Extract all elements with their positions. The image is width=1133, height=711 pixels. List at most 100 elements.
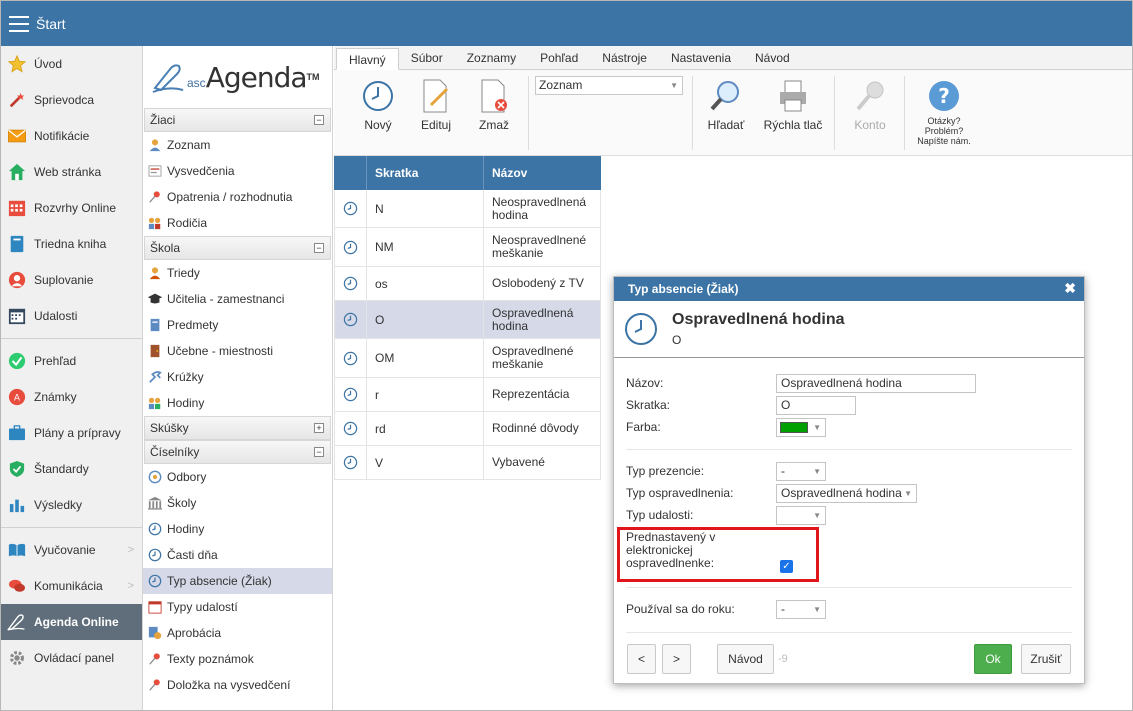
- table-row[interactable]: NM Neospravedlnené meškanie: [334, 228, 601, 267]
- nav-item-suplovanie[interactable]: Suplovanie: [1, 262, 142, 298]
- menu-item-hodiny-skola[interactable]: Hodiny: [143, 390, 332, 416]
- envelope-icon: [7, 127, 26, 146]
- table-row[interactable]: N Neospravedlnená hodina: [334, 190, 601, 228]
- hamburger-menu-icon[interactable]: [9, 15, 29, 32]
- calendar-grid-icon: [7, 199, 26, 218]
- used-until-year-select[interactable]: - ▼: [776, 600, 826, 619]
- collapse-icon[interactable]: −: [314, 447, 324, 457]
- menu-item-typy-udalosti[interactable]: Typy udalostí: [143, 594, 332, 620]
- next-button[interactable]: >: [662, 644, 691, 674]
- ribbon-separator: [904, 76, 905, 150]
- cancel-button[interactable]: Zrušiť: [1021, 644, 1071, 674]
- nav-item-plany-a-pripravy[interactable]: Plány a prípravy: [1, 415, 142, 451]
- section-header-skola[interactable]: Škola −: [144, 236, 331, 260]
- tab-nastroje[interactable]: Nástroje: [590, 47, 659, 69]
- collapse-icon[interactable]: −: [314, 115, 324, 125]
- nav-item-standardy[interactable]: Štandardy: [1, 451, 142, 487]
- section-header-ciselniky[interactable]: Číselníky −: [144, 440, 331, 464]
- nav-item-vysledky[interactable]: Výsledky: [1, 487, 142, 523]
- nav-item-triedna-kniha[interactable]: Triedna kniha: [1, 226, 142, 262]
- tab-hlavny[interactable]: Hlavný: [336, 48, 399, 70]
- tab-subor[interactable]: Súbor: [399, 47, 455, 69]
- nav-item-prehlad[interactable]: Prehľad: [1, 343, 142, 379]
- tab-navod[interactable]: Návod: [743, 47, 802, 69]
- menu-item-ucitelia[interactable]: Učitelia - zamestnanci: [143, 286, 332, 312]
- account-button[interactable]: Konto: [850, 78, 890, 132]
- tab-zoznamy[interactable]: Zoznamy: [455, 47, 528, 69]
- event-type-select[interactable]: ▼: [776, 506, 826, 525]
- menu-item-skoly[interactable]: Školy: [143, 490, 332, 516]
- menu-item-triedy[interactable]: Triedy: [143, 260, 332, 286]
- menu-item-ucebne[interactable]: Učebne - miestnosti: [143, 338, 332, 364]
- column-header-nazov[interactable]: Názov: [484, 156, 601, 190]
- person-icon: [7, 271, 26, 290]
- delete-document-icon: [476, 78, 512, 114]
- clock-icon: [334, 301, 367, 338]
- ok-button[interactable]: Ok: [974, 644, 1012, 674]
- table-row[interactable]: os Oslobodený z TV: [334, 267, 601, 301]
- presence-type-select[interactable]: - ▼: [776, 462, 826, 481]
- ribbon-separator: [692, 76, 693, 150]
- menu-item-vysvedcenia[interactable]: Vysvedčenia: [143, 158, 332, 184]
- nav-item-web-stranka[interactable]: Web stránka: [1, 154, 142, 190]
- collapse-icon[interactable]: −: [314, 243, 324, 253]
- tab-pohlad[interactable]: Pohľad: [528, 47, 590, 69]
- ribbon-separator: [834, 76, 835, 150]
- ribbon-toolbar: Hlavný Súbor Zoznamy Pohľad Nástroje Nas…: [334, 46, 1132, 156]
- gear-icon: [7, 649, 26, 668]
- menu-item-hodiny[interactable]: Hodiny: [143, 516, 332, 542]
- name-input[interactable]: Ospravedlnená hodina: [776, 374, 976, 393]
- nav-item-uvod[interactable]: Úvod: [1, 46, 142, 82]
- nav-item-ovladaci-panel[interactable]: Ovládací panel: [1, 640, 142, 676]
- menu-item-opatrenia[interactable]: Opatrenia / rozhodnutia: [143, 184, 332, 210]
- clock-icon: [334, 267, 367, 300]
- menu-item-aprobacia[interactable]: Aprobácia: [143, 620, 332, 646]
- color-picker[interactable]: ▼: [776, 418, 826, 437]
- close-icon[interactable]: ✖: [1064, 280, 1076, 297]
- menu-item-rodicia[interactable]: Rodičia: [143, 210, 332, 236]
- nav-item-komunikacia[interactable]: Komunikácia >: [1, 568, 142, 604]
- table-row-selected[interactable]: O Ospravedlnená hodina: [334, 301, 601, 339]
- section-header-skusky[interactable]: Skúšky +: [144, 416, 331, 440]
- nav-item-notifikacie[interactable]: Notifikácie: [1, 118, 142, 154]
- excuse-type-select[interactable]: Ospravedlnená hodina ▼: [776, 484, 917, 503]
- search-button[interactable]: Hľadať: [704, 78, 748, 132]
- nav-item-rozvrhy-online[interactable]: Rozvrhy Online: [1, 190, 142, 226]
- nav-item-znamky[interactable]: A Známky: [1, 379, 142, 415]
- nav-item-sprievodca[interactable]: Sprievodca: [1, 82, 142, 118]
- menu-item-odbory[interactable]: Odbory: [143, 464, 332, 490]
- table-row[interactable]: V Vybavené: [334, 446, 601, 480]
- nav-item-vyucovanie[interactable]: Vyučovanie >: [1, 532, 142, 568]
- delete-button[interactable]: Zmaž: [476, 78, 512, 132]
- menu-item-zoznam[interactable]: Zoznam: [143, 132, 332, 158]
- edit-button[interactable]: Edituj: [418, 78, 454, 132]
- menu-item-kruzky[interactable]: Krúžky: [143, 364, 332, 390]
- table-row[interactable]: rd Rodinné dôvody: [334, 412, 601, 446]
- help-button[interactable]: ? Otázky? Problém? Napíšte nám.: [914, 78, 974, 146]
- nav-item-agenda-online[interactable]: Agenda Online: [1, 604, 142, 640]
- guide-button[interactable]: Návod: [717, 644, 774, 674]
- section-header-ziaci[interactable]: Žiaci −: [144, 108, 331, 132]
- expand-icon[interactable]: +: [314, 423, 324, 433]
- default-e-excuse-checkbox[interactable]: ✓: [780, 560, 793, 573]
- menu-item-texty-poznamok[interactable]: Texty poznámok: [143, 646, 332, 672]
- table-row[interactable]: OM Ospravedlnené meškanie: [334, 339, 601, 378]
- view-combo[interactable]: Zoznam ▼: [535, 76, 683, 95]
- previous-button[interactable]: <: [627, 644, 656, 674]
- quick-print-button[interactable]: Rýchla tlač: [762, 78, 824, 132]
- dialog-heading: Ospravedlnená hodina: [672, 311, 845, 328]
- menu-item-predmety[interactable]: Predmety: [143, 312, 332, 338]
- clock-icon: [334, 378, 367, 411]
- column-header-skratka[interactable]: Skratka: [367, 156, 484, 190]
- nav-item-udalosti[interactable]: Udalosti: [1, 298, 142, 334]
- tab-nastavenia[interactable]: Nastavenia: [659, 47, 743, 69]
- table-row[interactable]: r Reprezentácia: [334, 378, 601, 412]
- new-button[interactable]: Nový: [360, 78, 396, 132]
- menu-item-dolozka[interactable]: Doložka na vysvedčení: [143, 672, 332, 698]
- label-pouzival: Používal sa do roku:: [626, 602, 735, 616]
- divider: [626, 449, 1072, 450]
- menu-item-casti-dna[interactable]: Časti dňa: [143, 542, 332, 568]
- table-header: Skratka Názov: [334, 156, 601, 190]
- menu-item-typ-absencie[interactable]: Typ absencie (Žiak): [143, 568, 332, 594]
- abbreviation-input[interactable]: O: [776, 396, 856, 415]
